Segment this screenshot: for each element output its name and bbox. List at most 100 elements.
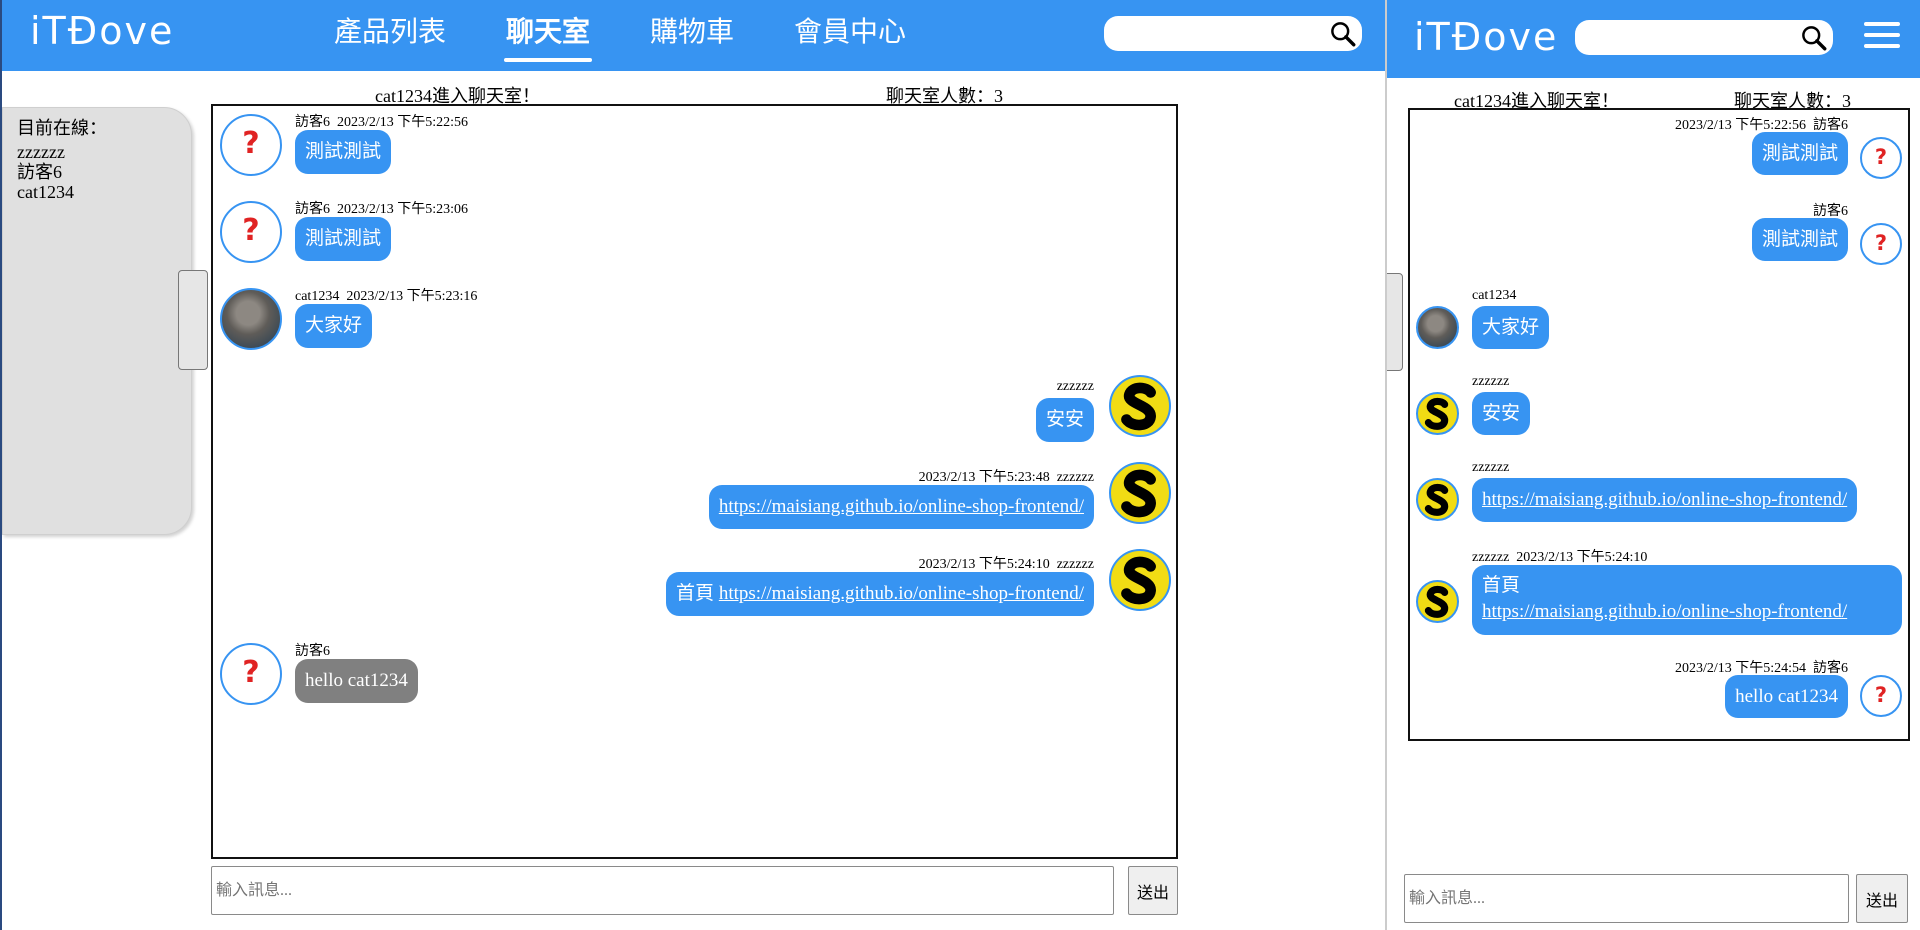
hamburger-menu-icon[interactable] bbox=[1864, 22, 1900, 52]
site-logo[interactable]: iTĐove bbox=[30, 9, 174, 53]
guest-avatar: ? bbox=[220, 201, 282, 263]
guest-avatar: ? bbox=[1860, 675, 1902, 717]
message-time: 2023/2/13 下午5:22:56 bbox=[337, 115, 469, 130]
search-input[interactable] bbox=[1585, 24, 1790, 51]
message-bubble: 首頁 https://maisiang.github.io/online-sho… bbox=[1472, 565, 1902, 635]
message-link[interactable]: https://maisiang.github.io/online-shop-f… bbox=[719, 496, 1084, 517]
user-s-avatar bbox=[1109, 549, 1171, 611]
chat-message: ? 訪客6 測試測試 bbox=[1410, 196, 1908, 282]
message-bubble: hello cat1234 bbox=[1725, 675, 1848, 718]
message-bubble: 大家好 bbox=[295, 304, 373, 348]
message-username: 訪客6 bbox=[295, 202, 330, 217]
message-bubble: 安安 bbox=[1035, 398, 1094, 442]
message-username: cat1234 bbox=[1472, 288, 1517, 303]
message-link[interactable]: https://maisiang.github.io/online-shop-f… bbox=[1482, 599, 1892, 625]
chat-message: zzzzzz https://maisiang.github.io/online… bbox=[1410, 455, 1908, 541]
message-link[interactable]: https://maisiang.github.io/online-shop-f… bbox=[1482, 489, 1847, 510]
message-time: 2023/2/13 下午5:24:10 bbox=[918, 557, 1050, 572]
chat-message: ? 訪客6 2023/2/13 下午5:23:06 測試測試 bbox=[213, 193, 1176, 273]
chat-message: zzzzzz 安安 bbox=[1410, 369, 1908, 455]
user-s-avatar bbox=[1416, 478, 1459, 521]
user-s-avatar bbox=[1416, 392, 1459, 435]
chat-message: cat1234 2023/2/13 下午5:23:16 大家好 bbox=[213, 280, 1176, 360]
chat-message: zzzzzz 2023/2/13 下午5:24:10 首頁 https://ma… bbox=[1410, 541, 1908, 641]
chat-message: cat1234 大家好 bbox=[1410, 283, 1908, 369]
search-box bbox=[1104, 16, 1362, 51]
message-time: 2023/2/13 下午5:23:06 bbox=[337, 202, 469, 217]
message-username: zzzzzz bbox=[1472, 550, 1510, 565]
online-panel-toggle[interactable] bbox=[1387, 273, 1403, 371]
chat-message: ? 訪客6 2023/2/13 下午5:22:56 測試測試 bbox=[213, 106, 1176, 186]
guest-avatar: ? bbox=[1860, 223, 1902, 265]
guest-avatar: ? bbox=[1860, 137, 1902, 179]
message-time: 2023/2/13 下午5:24:10 bbox=[1516, 550, 1648, 565]
site-logo[interactable]: iTĐove bbox=[1414, 15, 1558, 59]
chat-message: ? 2023/2/13 下午5:24:54 訪客6 hello cat1234 bbox=[1410, 652, 1908, 738]
guest-avatar: ? bbox=[220, 643, 282, 705]
message-username: 訪客6 bbox=[1813, 661, 1848, 676]
message-bubble: 測試測試 bbox=[1751, 132, 1848, 175]
message-link[interactable]: https://maisiang.github.io/online-shop-f… bbox=[719, 583, 1084, 604]
message-bubble: hello cat1234 bbox=[295, 659, 418, 703]
message-username: zzzzzz bbox=[1472, 460, 1510, 475]
message-username: 訪客6 bbox=[1813, 204, 1848, 219]
message-input[interactable] bbox=[211, 866, 1114, 915]
message-username: zzzzzz bbox=[1056, 379, 1094, 394]
message-time: 2023/2/13 下午5:23:16 bbox=[346, 289, 478, 304]
chat-message: ? 訪客6 hello cat1234 bbox=[213, 631, 1176, 716]
message-username: zzzzzz bbox=[1472, 374, 1510, 389]
online-users-panel: 目前在線： zzzzzz 訪客6 cat1234 bbox=[2, 107, 192, 535]
nav-item-member-center[interactable]: 會員中心 bbox=[780, 0, 920, 71]
message-bubble: 測試測試 bbox=[1751, 218, 1848, 261]
message-username: 訪客6 bbox=[295, 115, 330, 130]
message-username: zzzzzz bbox=[1056, 470, 1094, 485]
mobile-view: iTĐove cat1234進入聊天室！ 聊天室人數：3 ? 2023/2/13… bbox=[1385, 0, 1920, 930]
message-text: 首頁 bbox=[676, 583, 715, 604]
nav-item-chatroom[interactable]: 聊天室 bbox=[492, 0, 604, 71]
chat-message: ? 2023/2/13 下午5:22:56 訪客6 測試測試 bbox=[1410, 110, 1908, 196]
online-user: 訪客6 bbox=[17, 162, 62, 182]
guest-avatar: ? bbox=[220, 114, 282, 176]
chat-message: zzzzzz 安安 bbox=[213, 372, 1176, 457]
message-time: 2023/2/13 下午5:22:56 bbox=[1674, 118, 1806, 133]
chat-messages[interactable]: ? 訪客6 2023/2/13 下午5:22:56 測試測試 ? 訪客6 202… bbox=[211, 104, 1178, 859]
search-icon[interactable] bbox=[1800, 24, 1827, 51]
search-icon[interactable] bbox=[1329, 20, 1356, 47]
message-bubble: 安安 bbox=[1472, 392, 1531, 435]
user-s-avatar bbox=[1109, 462, 1171, 524]
message-username: 訪客6 bbox=[295, 644, 330, 659]
message-text: 首頁 bbox=[1482, 575, 1521, 596]
message-input[interactable] bbox=[1404, 874, 1849, 923]
chat-message: 2023/2/13 下午5:23:48 zzzzzz https://maisi… bbox=[213, 459, 1176, 544]
message-time: 2023/2/13 下午5:23:48 bbox=[918, 470, 1050, 485]
user-photo-avatar bbox=[1416, 306, 1459, 349]
navbar-mobile: iTĐove bbox=[1387, 0, 1920, 78]
message-username: cat1234 bbox=[295, 289, 340, 304]
chat-messages[interactable]: ? 2023/2/13 下午5:22:56 訪客6 測試測試 ? 訪客6 測試測… bbox=[1408, 108, 1910, 741]
user-s-avatar bbox=[1416, 580, 1459, 623]
search-input[interactable] bbox=[1114, 20, 1319, 47]
nav-links: 產品列表 聊天室 購物車 會員中心 bbox=[320, 0, 952, 71]
online-users-title: 目前在線： bbox=[17, 118, 107, 138]
message-bubble: 測試測試 bbox=[295, 130, 392, 174]
online-panel-toggle[interactable] bbox=[178, 270, 208, 370]
message-bubble: 首頁 https://maisiang.github.io/online-sho… bbox=[666, 572, 1094, 616]
user-s-avatar bbox=[1109, 375, 1171, 437]
nav-item-products[interactable]: 產品列表 bbox=[320, 0, 460, 71]
online-user: cat1234 bbox=[17, 182, 74, 202]
message-username: zzzzzz bbox=[1056, 557, 1094, 572]
user-photo-avatar bbox=[220, 288, 282, 350]
send-button[interactable]: 送出 bbox=[1128, 866, 1178, 915]
online-user: zzzzzz bbox=[17, 142, 65, 162]
message-time: 2023/2/13 下午5:24:54 bbox=[1674, 661, 1806, 676]
message-bubble: 測試測試 bbox=[295, 217, 392, 261]
message-bubble: https://maisiang.github.io/online-shop-f… bbox=[708, 485, 1094, 529]
chat-message: 2023/2/13 下午5:24:10 zzzzzz 首頁 https://ma… bbox=[213, 546, 1176, 631]
nav-item-cart[interactable]: 購物車 bbox=[636, 0, 748, 71]
send-button[interactable]: 送出 bbox=[1856, 874, 1908, 923]
search-box bbox=[1575, 20, 1833, 55]
desktop-view: iTĐove 產品列表 聊天室 購物車 會員中心 cat1234進入聊天室！ 聊… bbox=[0, 0, 1385, 930]
message-bubble: https://maisiang.github.io/online-shop-f… bbox=[1472, 478, 1858, 522]
message-bubble: 大家好 bbox=[1472, 306, 1550, 349]
navbar: iTĐove 產品列表 聊天室 購物車 會員中心 bbox=[2, 0, 1385, 71]
